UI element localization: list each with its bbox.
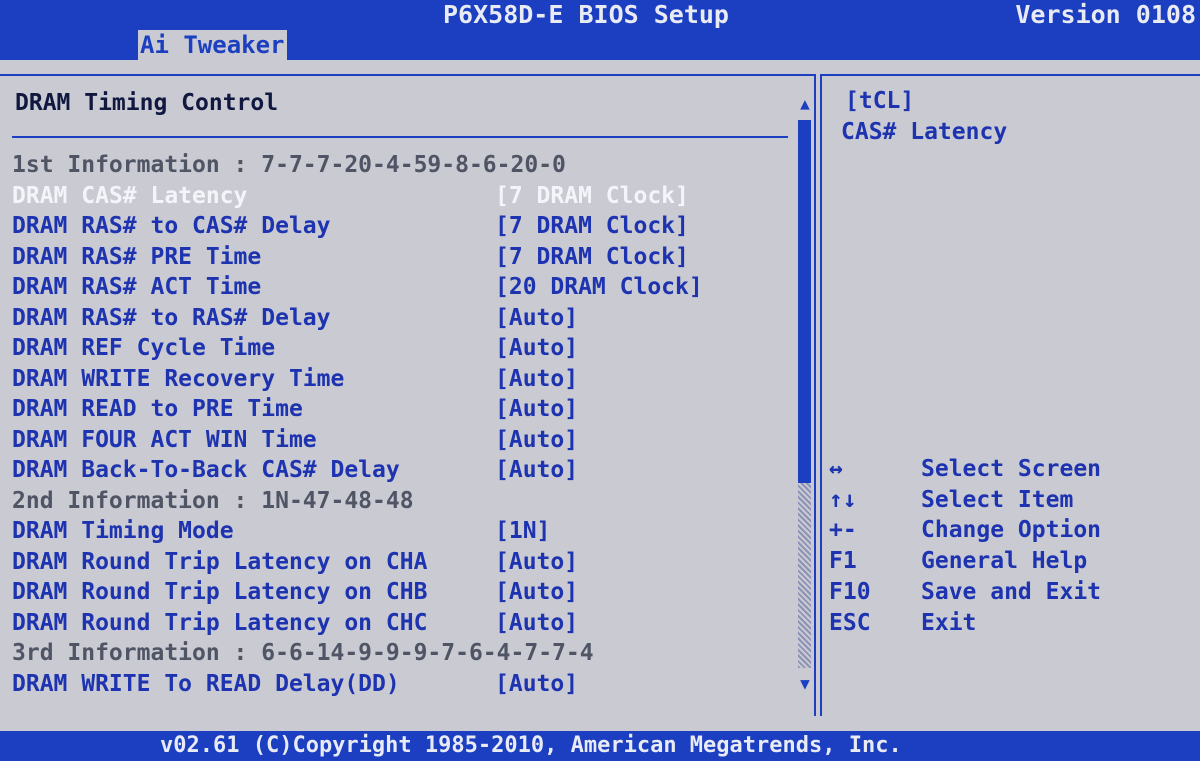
setting-row[interactable]: DRAM READ to PRE Time [Auto] xyxy=(12,394,787,424)
setting-label: DRAM RAS# to RAS# Delay xyxy=(12,304,331,331)
setting-value[interactable]: [Auto] xyxy=(495,394,578,424)
setting-row[interactable]: DRAM RAS# to RAS# Delay [Auto] xyxy=(12,303,787,333)
setting-value[interactable]: [Auto] xyxy=(495,303,578,333)
section-title: DRAM Timing Control xyxy=(15,90,279,116)
setting-value[interactable]: [7 DRAM Clock] xyxy=(495,181,689,211)
setting-row[interactable]: DRAM WRITE To READ Delay(DD) [Auto] xyxy=(12,669,787,699)
setting-label: DRAM Round Trip Latency on CHA xyxy=(12,548,428,575)
setting-label: 1st Information : 7-7-7-20-4-59-8-6-20-0 xyxy=(12,152,566,178)
scrollbar-thumb[interactable] xyxy=(798,120,811,483)
setting-value[interactable]: [Auto] xyxy=(495,455,578,485)
setting-label: 2nd Information : 1N-47-48-48 xyxy=(12,487,414,514)
key-name: F10 xyxy=(829,578,871,605)
setting-row[interactable]: DRAM Round Trip Latency on CHB [Auto] xyxy=(12,577,787,607)
setting-label: 3rd Information : 6-6-14-9-9-9-7-6-4-7-7… xyxy=(12,640,594,666)
key-legend-row: ↑↓ Select Item xyxy=(829,485,1189,515)
info-row: 2nd Information : 1N-47-48-48 xyxy=(12,486,787,516)
setting-label: DRAM Timing Mode xyxy=(12,518,234,544)
setting-label: DRAM FOUR ACT WIN Time xyxy=(12,426,317,453)
key-description: Select Item xyxy=(921,486,1074,513)
setting-row[interactable]: DRAM Timing Mode [1N] xyxy=(12,516,787,546)
setting-row[interactable]: DRAM REF Cycle Time [Auto] xyxy=(12,333,787,363)
setting-value[interactable]: [Auto] xyxy=(495,333,578,363)
key-legend-row: ESC Exit xyxy=(829,608,1189,638)
setting-row[interactable]: DRAM WRITE Recovery Time [Auto] xyxy=(12,364,787,394)
help-key: [tCL] xyxy=(845,88,915,114)
setting-value[interactable]: [Auto] xyxy=(495,425,578,455)
setting-label: DRAM REF Cycle Time xyxy=(12,335,276,361)
key-legend-row: +- Change Option xyxy=(829,515,1189,545)
setting-label: DRAM Round Trip Latency on CHC xyxy=(12,609,428,636)
setting-value[interactable]: [Auto] xyxy=(495,608,578,638)
tab-ai-tweaker[interactable]: Ai Tweaker xyxy=(138,30,287,60)
setting-row[interactable]: DRAM RAS# to CAS# Delay [7 DRAM Clock] xyxy=(12,211,787,241)
key-description: Exit xyxy=(921,609,977,636)
setting-label: DRAM RAS# to CAS# Delay xyxy=(12,213,331,239)
title-bar: P6X58D-E BIOS Setup Version 0108 xyxy=(0,0,1200,30)
key-legend-row: F10 Save and Exit xyxy=(829,577,1189,607)
info-row: 3rd Information : 6-6-14-9-9-9-7-6-4-7-7… xyxy=(12,638,787,668)
scrollbar-track[interactable] xyxy=(798,483,811,668)
copyright: v02.61 (C)Copyright 1985-2010, American … xyxy=(160,733,902,758)
setting-value[interactable]: [Auto] xyxy=(495,364,578,394)
setting-value[interactable]: [20 DRAM Clock] xyxy=(495,272,703,302)
setting-label: DRAM RAS# ACT Time xyxy=(12,274,262,300)
setting-row[interactable]: DRAM RAS# PRE Time [7 DRAM Clock] xyxy=(12,242,787,272)
setting-value[interactable]: [Auto] xyxy=(495,547,578,577)
section-divider xyxy=(12,136,788,138)
scroll-down-arrow-icon[interactable]: ▼ xyxy=(795,674,815,693)
setting-label: DRAM WRITE Recovery Time xyxy=(12,365,345,392)
scroll-up-arrow-icon[interactable]: ▲ xyxy=(795,94,815,113)
key-name: F1 xyxy=(829,548,857,575)
info-row: 1st Information : 7-7-7-20-4-59-8-6-20-0 xyxy=(12,150,787,180)
bios-version: Version 0108 xyxy=(1015,0,1196,29)
key-description: Select Screen xyxy=(921,456,1102,482)
key-name: ↑↓ xyxy=(829,486,857,513)
bios-title: P6X58D-E BIOS Setup xyxy=(443,0,729,29)
setting-value[interactable]: [Auto] xyxy=(495,669,578,699)
setting-value[interactable]: [Auto] xyxy=(495,577,578,607)
footer-bar: v02.61 (C)Copyright 1985-2010, American … xyxy=(0,731,1200,761)
setting-row[interactable]: DRAM CAS# Latency [7 DRAM Clock] xyxy=(12,181,787,211)
setting-label: DRAM WRITE To READ Delay(DD) xyxy=(12,670,400,697)
setting-label: DRAM RAS# PRE Time xyxy=(12,243,262,270)
key-legend-row: ↔ Select Screen xyxy=(829,454,1189,484)
setting-label: DRAM Round Trip Latency on CHB xyxy=(12,579,428,605)
setting-row[interactable]: DRAM Round Trip Latency on CHC [Auto] xyxy=(12,608,787,638)
setting-row[interactable]: DRAM FOUR ACT WIN Time [Auto] xyxy=(12,425,787,455)
tab-bar: Ai Tweaker xyxy=(0,30,1200,60)
key-description: Save and Exit xyxy=(921,578,1102,605)
setting-label: DRAM Back-To-Back CAS# Delay xyxy=(12,457,400,483)
key-description: Change Option xyxy=(921,517,1102,544)
help-description: CAS# Latency xyxy=(841,119,1008,145)
key-legend-row: F1 General Help xyxy=(829,546,1189,576)
setting-value[interactable]: [7 DRAM Clock] xyxy=(495,211,689,241)
setting-value[interactable]: [1N] xyxy=(495,516,550,546)
key-name: +- xyxy=(829,517,857,544)
key-description: General Help xyxy=(921,548,1088,575)
setting-row[interactable]: DRAM Round Trip Latency on CHA [Auto] xyxy=(12,547,787,577)
setting-value[interactable]: [7 DRAM Clock] xyxy=(495,242,689,272)
setting-row[interactable]: DRAM Back-To-Back CAS# Delay [Auto] xyxy=(12,455,787,485)
setting-label: DRAM CAS# Latency xyxy=(12,182,248,209)
key-name: ↔ xyxy=(829,456,843,482)
setting-row[interactable]: DRAM RAS# ACT Time [20 DRAM Clock] xyxy=(12,272,787,302)
setting-label: DRAM READ to PRE Time xyxy=(12,396,303,422)
key-name: ESC xyxy=(829,609,871,636)
